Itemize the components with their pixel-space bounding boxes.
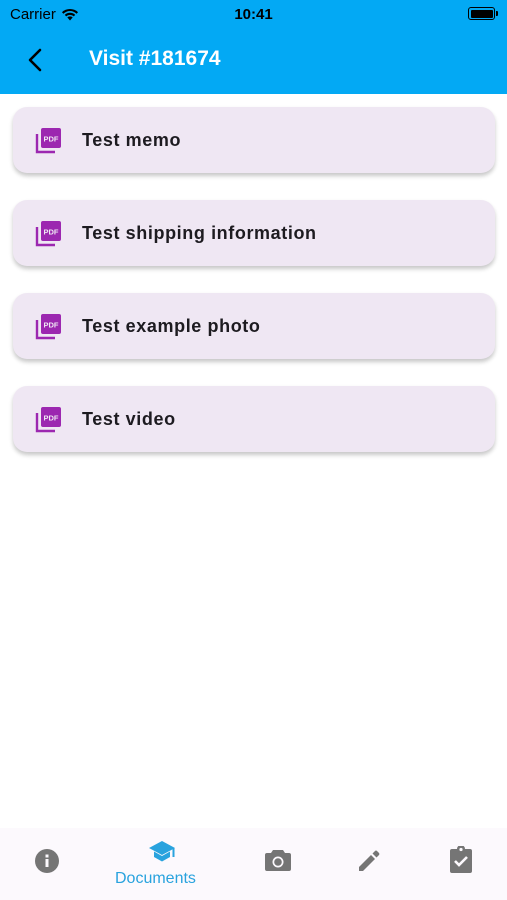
svg-text:PDF: PDF [44,228,59,237]
document-label: Test shipping information [82,223,317,243]
page-title: Visit #181674 [89,47,221,70]
document-item-photo[interactable]: PDF Test example photo [13,293,495,359]
nav-tab-edit[interactable] [325,828,415,900]
nav-label-documents: Documents [115,870,196,887]
bottom-navigation: Documents [0,828,507,900]
clipboard-check-icon [450,846,472,873]
svg-text:PDF: PDF [44,321,59,330]
pdf-icon: PDF [35,407,61,433]
document-label: Test video [82,409,176,429]
document-item-memo[interactable]: PDF Test memo [13,107,495,173]
pdf-icon: PDF [35,128,61,154]
pdf-icon: PDF [35,314,61,340]
document-label: Test example photo [82,316,261,336]
arrow-back-icon[interactable] [22,46,50,74]
svg-text:PDF: PDF [44,135,59,144]
school-icon [149,841,175,862]
nav-tab-camera[interactable] [230,828,325,900]
document-label: Test memo [82,130,182,150]
status-bar: Carrier 10:41 [0,0,507,28]
info-icon [35,849,59,873]
nav-tab-documents[interactable]: Documents [105,828,220,900]
pencil-icon [359,850,380,871]
nav-tab-checklist[interactable] [415,828,507,900]
document-item-shipping[interactable]: PDF Test shipping information [13,200,495,266]
camera-icon [265,850,291,871]
app-header: Carrier 10:41 Visit #181674 [0,0,507,94]
pdf-icon: PDF [35,221,61,247]
status-time: 10:41 [234,6,273,23]
svg-text:PDF: PDF [44,414,59,423]
nav-tab-info[interactable] [0,828,95,900]
battery-icon [468,7,498,20]
document-item-video[interactable]: PDF Test video [13,386,495,452]
